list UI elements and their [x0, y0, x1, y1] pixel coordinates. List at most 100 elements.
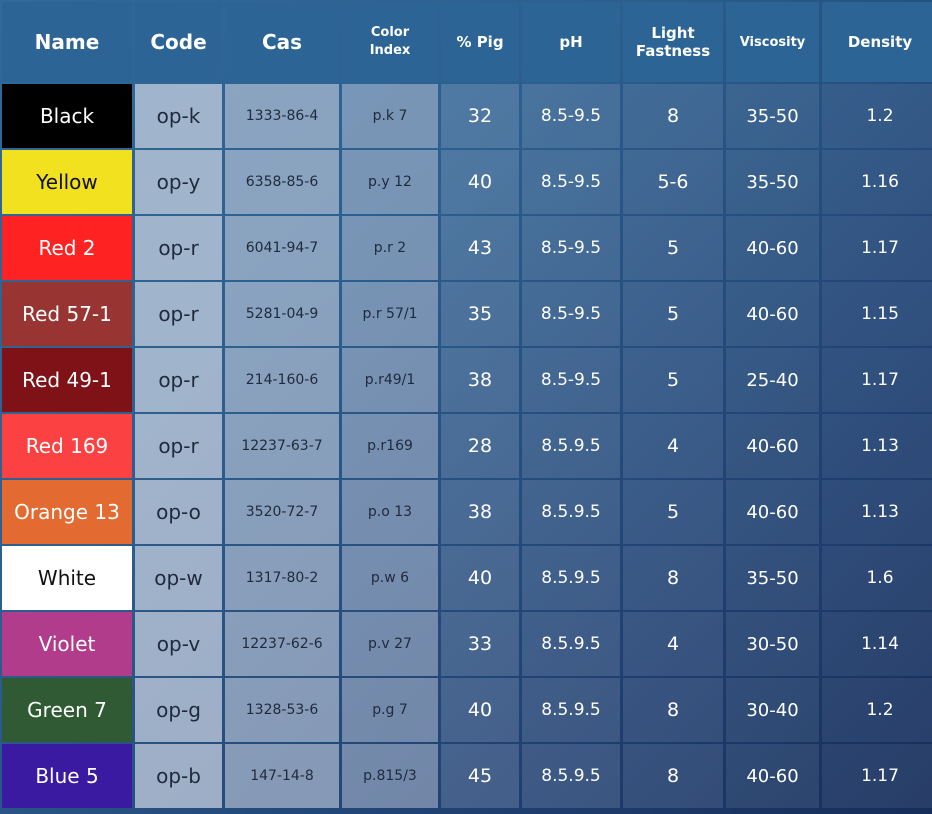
- density-cell: 1.6: [822, 546, 932, 610]
- color-index-cell: p.r49/1: [342, 348, 438, 412]
- ph-cell: 8.5.9.5: [522, 744, 620, 808]
- ph-cell: 8.5-9.5: [522, 150, 620, 214]
- code-cell: op-r: [135, 348, 222, 412]
- header-density: Density: [822, 2, 932, 82]
- density-cell: 1.17: [822, 348, 932, 412]
- viscosity-cell: 40-60: [726, 216, 819, 280]
- name-cell: Green 7: [2, 678, 132, 742]
- cas-cell: 5281-04-9: [225, 282, 339, 346]
- code-cell: op-b: [135, 744, 222, 808]
- color-index-cell: p.o 13: [342, 480, 438, 544]
- code-cell: op-r: [135, 216, 222, 280]
- light-fastness-cell: 5: [623, 216, 723, 280]
- light-fastness-cell: 5: [623, 282, 723, 346]
- ph-cell: 8.5.9.5: [522, 612, 620, 676]
- cas-cell: 3520-72-7: [225, 480, 339, 544]
- color-index-cell: p.k 7: [342, 84, 438, 148]
- density-cell: 1.2: [822, 84, 932, 148]
- name-cell: Orange 13: [2, 480, 132, 544]
- light-fastness-cell: 5-6: [623, 150, 723, 214]
- ph-cell: 8.5-9.5: [522, 348, 620, 412]
- viscosity-cell: 35-50: [726, 84, 819, 148]
- cas-cell: 147-14-8: [225, 744, 339, 808]
- light-fastness-cell: 4: [623, 612, 723, 676]
- density-cell: 1.14: [822, 612, 932, 676]
- color-index-cell: p.815/3: [342, 744, 438, 808]
- header-color-index: Color Index: [342, 2, 438, 82]
- ph-cell: 8.5-9.5: [522, 216, 620, 280]
- pig-cell: 28: [441, 414, 519, 478]
- ph-cell: 8.5.9.5: [522, 414, 620, 478]
- pig-cell: 33: [441, 612, 519, 676]
- name-cell: Red 169: [2, 414, 132, 478]
- code-cell: op-y: [135, 150, 222, 214]
- pigment-table: Name Code Cas Color Index % Pig pH Light…: [2, 2, 932, 808]
- name-cell: Red 2: [2, 216, 132, 280]
- ph-cell: 8.5.9.5: [522, 678, 620, 742]
- cas-cell: 12237-63-7: [225, 414, 339, 478]
- cas-cell: 214-160-6: [225, 348, 339, 412]
- viscosity-cell: 30-50: [726, 612, 819, 676]
- viscosity-cell: 30-40: [726, 678, 819, 742]
- cas-cell: 1333-86-4: [225, 84, 339, 148]
- viscosity-cell: 40-60: [726, 744, 819, 808]
- density-cell: 1.13: [822, 480, 932, 544]
- pig-cell: 45: [441, 744, 519, 808]
- cas-cell: 1317-80-2: [225, 546, 339, 610]
- density-cell: 1.17: [822, 216, 932, 280]
- color-index-cell: p.w 6: [342, 546, 438, 610]
- name-cell: Blue 5: [2, 744, 132, 808]
- pig-cell: 40: [441, 546, 519, 610]
- density-cell: 1.16: [822, 150, 932, 214]
- light-fastness-cell: 8: [623, 84, 723, 148]
- ph-cell: 8.5-9.5: [522, 84, 620, 148]
- header-code: Code: [135, 2, 222, 82]
- pig-cell: 40: [441, 678, 519, 742]
- code-cell: op-k: [135, 84, 222, 148]
- pig-cell: 38: [441, 348, 519, 412]
- light-fastness-cell: 5: [623, 480, 723, 544]
- pig-cell: 38: [441, 480, 519, 544]
- cas-cell: 6041-94-7: [225, 216, 339, 280]
- header-pig: % Pig: [441, 2, 519, 82]
- color-index-cell: p.v 27: [342, 612, 438, 676]
- color-index-cell: p.r 57/1: [342, 282, 438, 346]
- name-cell: Yellow: [2, 150, 132, 214]
- pig-cell: 43: [441, 216, 519, 280]
- header-ph: pH: [522, 2, 620, 82]
- viscosity-cell: 40-60: [726, 282, 819, 346]
- ph-cell: 8.5-9.5: [522, 282, 620, 346]
- name-cell: Violet: [2, 612, 132, 676]
- code-cell: op-r: [135, 282, 222, 346]
- code-cell: op-r: [135, 414, 222, 478]
- header-viscosity: Viscosity: [726, 2, 819, 82]
- code-cell: op-v: [135, 612, 222, 676]
- viscosity-cell: 25-40: [726, 348, 819, 412]
- code-cell: op-o: [135, 480, 222, 544]
- viscosity-cell: 40-60: [726, 480, 819, 544]
- ph-cell: 8.5.9.5: [522, 480, 620, 544]
- code-cell: op-w: [135, 546, 222, 610]
- light-fastness-cell: 8: [623, 546, 723, 610]
- color-index-cell: p.g 7: [342, 678, 438, 742]
- header-cas: Cas: [225, 2, 339, 82]
- viscosity-cell: 35-50: [726, 546, 819, 610]
- pig-cell: 35: [441, 282, 519, 346]
- code-cell: op-g: [135, 678, 222, 742]
- pig-cell: 40: [441, 150, 519, 214]
- density-cell: 1.13: [822, 414, 932, 478]
- light-fastness-cell: 4: [623, 414, 723, 478]
- color-index-cell: p.y 12: [342, 150, 438, 214]
- light-fastness-cell: 8: [623, 744, 723, 808]
- cas-cell: 12237-62-6: [225, 612, 339, 676]
- name-cell: Black: [2, 84, 132, 148]
- name-cell: White: [2, 546, 132, 610]
- viscosity-cell: 40-60: [726, 414, 819, 478]
- viscosity-cell: 35-50: [726, 150, 819, 214]
- cas-cell: 1328-53-6: [225, 678, 339, 742]
- light-fastness-cell: 8: [623, 678, 723, 742]
- name-cell: Red 49-1: [2, 348, 132, 412]
- header-light-fastness: Light Fastness: [623, 2, 723, 82]
- header-name: Name: [2, 2, 132, 82]
- ph-cell: 8.5.9.5: [522, 546, 620, 610]
